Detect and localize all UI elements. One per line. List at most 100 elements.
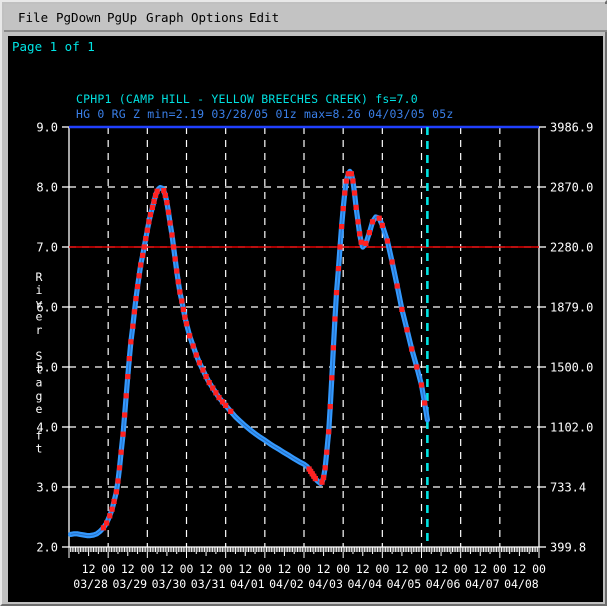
ytick-label-discharge: 399.8 <box>550 541 586 555</box>
xtick-label-hour: 12 <box>277 562 291 576</box>
y-axis-title-char: v <box>36 296 43 310</box>
ytick-label-discharge: 3986.9 <box>550 121 593 135</box>
data-point-marker <box>107 513 113 519</box>
data-point-marker <box>179 298 185 304</box>
y-axis-title-char: t <box>36 442 43 456</box>
data-point-marker <box>376 215 382 221</box>
menu-graph[interactable]: Graph <box>144 9 186 27</box>
data-point-marker <box>143 236 149 242</box>
xtick-label-hour: 00 <box>180 562 194 576</box>
data-point-marker <box>144 227 150 233</box>
data-point-marker <box>333 290 340 296</box>
data-point-marker <box>165 209 172 215</box>
y-axis-title-char: g <box>36 389 43 403</box>
hydrograph-plot: 9.0 3986.98.0 2870.07.0 2280.06.0 1879.05.0 1… <box>36 121 594 592</box>
ytick-label-discharge: 1500.0 <box>550 361 593 375</box>
ytick-label-stage: 9.0 <box>36 121 58 135</box>
data-point-marker <box>322 465 328 471</box>
data-point-marker <box>332 316 338 322</box>
data-point-marker <box>113 489 119 495</box>
data-point-marker <box>125 374 131 380</box>
data-point-marker <box>147 212 154 218</box>
xtick-label-date: 04/08 <box>504 577 539 591</box>
data-point-marker <box>355 219 361 225</box>
data-point-marker <box>183 321 190 327</box>
xtick-label-hour: 12 <box>160 562 174 576</box>
data-point-marker <box>327 404 333 410</box>
data-point-marker <box>404 327 410 333</box>
data-point-marker <box>126 356 132 362</box>
y-axis-title-char: r <box>36 323 43 337</box>
data-point-marker <box>326 429 332 435</box>
data-point-marker <box>175 279 181 285</box>
xtick-label-hour: 00 <box>140 562 154 576</box>
data-point-marker <box>180 306 186 312</box>
data-point-marker <box>335 266 342 272</box>
menu-pgup[interactable]: PgUp <box>105 9 139 27</box>
data-point-marker <box>203 374 209 380</box>
observed-stage-line <box>67 168 430 539</box>
data-point-marker <box>177 289 183 295</box>
data-point-marker <box>394 283 400 289</box>
menu-options[interactable]: Options <box>189 9 246 27</box>
data-point-marker <box>154 188 160 194</box>
data-point-marker <box>140 252 146 258</box>
xtick-label-date: 04/03 <box>308 577 343 591</box>
data-point-marker <box>369 219 376 225</box>
data-point-marker <box>379 222 385 228</box>
data-point-marker <box>161 188 167 194</box>
data-point-marker <box>118 449 124 455</box>
menu-file[interactable]: File <box>16 9 50 27</box>
xtick-label-hour: 12 <box>434 562 448 576</box>
xtick-label-hour: 12 <box>199 562 213 576</box>
data-point-marker <box>151 198 157 204</box>
data-point-marker <box>399 306 405 312</box>
data-point-marker <box>120 431 126 437</box>
xtick-label-hour: 12 <box>82 562 96 576</box>
data-point-marker <box>174 268 180 274</box>
ytick-label-stage: 7.0 <box>36 241 58 255</box>
data-point-marker <box>337 244 343 250</box>
data-point-marker <box>100 525 107 531</box>
data-point-marker <box>357 231 363 237</box>
data-point-marker <box>330 345 336 351</box>
data-point-marker <box>363 240 369 246</box>
menu-edit[interactable]: Edit <box>247 9 281 27</box>
menu-pgdown[interactable]: PgDown <box>54 9 103 27</box>
data-point-marker <box>167 220 173 226</box>
xtick-label-date: 03/28 <box>73 577 108 591</box>
data-point-marker <box>172 256 178 262</box>
data-point-marker <box>340 206 346 212</box>
data-point-marker <box>206 380 212 386</box>
ytick-label-stage: 3.0 <box>36 481 58 495</box>
xtick-label-hour: 12 <box>395 562 409 576</box>
ytick-label-discharge: 1879.0 <box>550 301 593 315</box>
data-point-marker <box>348 171 354 177</box>
xtick-label-hour: 00 <box>375 562 389 576</box>
xtick-label-date: 04/06 <box>426 577 461 591</box>
xtick-label-date: 04/05 <box>387 577 422 591</box>
series-layer <box>67 168 430 539</box>
data-point-marker <box>193 352 199 358</box>
data-point-marker <box>384 238 391 244</box>
ytick-label-discharge: 2870.0 <box>550 181 593 195</box>
y-axis-title-char: e <box>36 310 43 324</box>
data-point-marker <box>196 360 203 366</box>
data-point-marker <box>134 284 141 290</box>
xtick-label-hour: 12 <box>238 562 252 576</box>
data-point-marker <box>128 339 134 345</box>
data-point-marker <box>418 382 425 388</box>
xtick-label-hour: 00 <box>493 562 507 576</box>
data-point-marker <box>146 219 152 225</box>
data-point-marker <box>210 385 216 391</box>
graph-canvas[interactable]: Page 1 of 1 CPHP1 (CAMP HILL - YELLOW BR… <box>8 36 603 602</box>
xtick-label-hour: 00 <box>101 562 115 576</box>
data-point-marker <box>133 296 139 302</box>
xtick-label-date: 04/04 <box>347 577 382 591</box>
ytick-label-discharge: 1102.0 <box>550 421 593 435</box>
data-point-marker <box>228 408 234 414</box>
data-point-marker <box>164 200 170 206</box>
ytick-label-stage: 2.0 <box>36 541 58 555</box>
data-point-marker <box>169 232 175 238</box>
data-point-marker <box>200 367 206 373</box>
